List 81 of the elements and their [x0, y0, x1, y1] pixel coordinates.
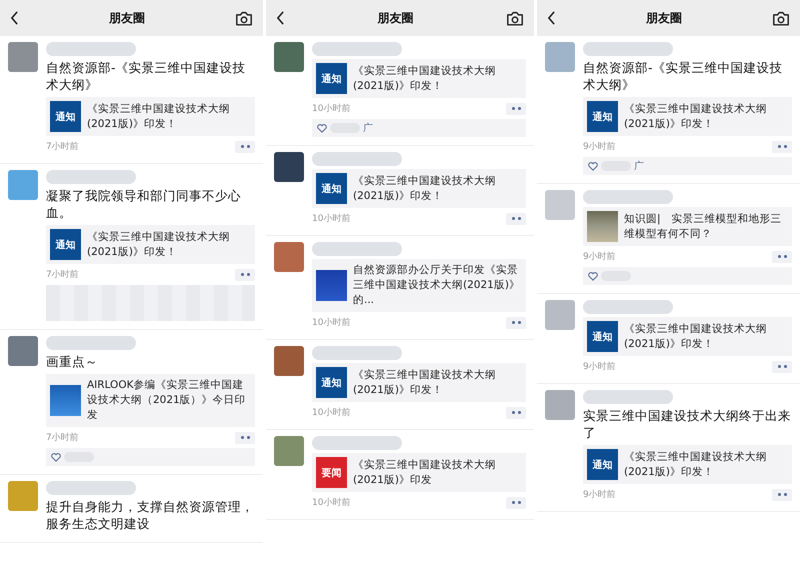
link-thumbnail: 通知	[50, 229, 81, 260]
more-button[interactable]	[506, 102, 526, 114]
link-card[interactable]: 通知 《实景三维中国建设技术大纲(2021版)》印发！	[312, 363, 526, 402]
page-title: 朋友圈	[646, 10, 682, 26]
link-title: 《实景三维中国建设技术大纲(2021版)》印发	[353, 458, 497, 488]
link-title: 知识圆| 实景三维模型和地形三维模型有何不同？	[624, 212, 783, 242]
post-time: 10小时前	[312, 406, 350, 419]
heart-icon	[588, 162, 598, 170]
more-button[interactable]	[772, 488, 792, 500]
page-title: 朋友圈	[109, 10, 145, 26]
link-card[interactable]: 通知 《实景三维中国建设技术大纲(2021版)》印发！	[312, 59, 526, 98]
link-thumbnail: 要闻	[316, 457, 347, 488]
link-card[interactable]: 通知 《实景三维中国建设技术大纲(2021版)》印发！	[312, 169, 526, 208]
link-title: 《实景三维中国建设技术大纲(2021版)》印发！	[624, 102, 768, 132]
post-time: 9小时前	[583, 250, 616, 263]
link-title: 《实景三维中国建设技术大纲(2021版)》印发！	[353, 368, 497, 398]
post-time: 9小时前	[583, 488, 616, 501]
link-title: 《实景三维中国建设技术大纲(2021版)》印发！	[624, 322, 768, 352]
camera-icon[interactable]	[772, 10, 790, 26]
back-icon[interactable]	[547, 11, 556, 25]
heart-icon	[588, 272, 598, 280]
link-title: AIRLOOK参编《实景三维中国建设技术大纲（2021版）》今日印发	[87, 378, 247, 423]
link-title: 《实景三维中国建设技术大纲(2021版)》印发！	[624, 450, 768, 480]
post-time: 10小时前	[312, 102, 350, 115]
post-text: 画重点～	[46, 353, 99, 370]
link-thumbnail: 通知	[587, 321, 618, 352]
back-icon[interactable]	[276, 11, 285, 25]
link-card[interactable]: 通知 《实景三维中国建设技术大纲(2021版)》印发！	[46, 97, 255, 136]
liker-name: 广	[634, 160, 644, 173]
page-title: 朋友圈	[378, 10, 414, 26]
link-card[interactable]: AIRLOOK参编《实景三维中国建设技术大纲（2021版）》今日印发	[46, 374, 255, 427]
link-thumbnail	[50, 385, 81, 416]
back-icon[interactable]	[10, 11, 19, 25]
link-thumbnail: 通知	[587, 449, 618, 480]
link-thumbnail	[316, 270, 347, 301]
camera-icon[interactable]	[235, 10, 253, 26]
post-time: 9小时前	[583, 360, 616, 373]
more-button[interactable]	[235, 140, 255, 152]
post-text: 自然资源部-《实景三维中国建设技术大纲》	[46, 59, 247, 93]
link-thumbnail: 通知	[316, 63, 347, 94]
post-text: 实景三维中国建设技术大纲终于出来了	[583, 407, 792, 441]
link-title: 自然资源部办公厅关于印发《实景三维中国建设技术大纲(2021版)》的...	[353, 263, 521, 308]
link-title: 《实景三维中国建设技术大纲(2021版)》印发！	[353, 174, 497, 204]
post-text: 提升自身能力，支撑自然资源管理，服务生态文明建设	[46, 498, 255, 532]
post-text: 凝聚了我院领导和部门同事不少心血。	[46, 187, 242, 221]
post-time: 7小时前	[46, 140, 79, 153]
link-thumbnail: 通知	[316, 367, 347, 398]
post-time: 7小时前	[46, 268, 79, 281]
link-card[interactable]: 通知 《实景三维中国建设技术大纲(2021版)》印发！	[583, 445, 792, 484]
link-card[interactable]: 要闻 《实景三维中国建设技术大纲(2021版)》印发	[312, 453, 526, 492]
link-title: 《实景三维中国建设技术大纲(2021版)》印发！	[87, 230, 231, 260]
link-thumbnail: 通知	[587, 101, 618, 132]
post-text: 自然资源部-《实景三维中国建设技术大纲》	[583, 59, 784, 93]
post-time: 10小时前	[312, 316, 350, 329]
liker-name: 广	[363, 122, 373, 135]
more-button[interactable]	[506, 316, 526, 328]
link-thumbnail: 通知	[50, 101, 81, 132]
post-time: 7小时前	[46, 432, 79, 444]
link-card[interactable]: 自然资源部办公厅关于印发《实景三维中国建设技术大纲(2021版)》的...	[312, 259, 526, 312]
heart-icon	[317, 124, 327, 132]
heart-icon	[51, 452, 61, 462]
more-button[interactable]	[772, 360, 792, 372]
post-time: 10小时前	[312, 496, 350, 509]
link-card[interactable]: 通知 《实景三维中国建设技术大纲(2021版)》印发！	[46, 225, 255, 264]
more-button[interactable]	[235, 268, 255, 280]
link-card[interactable]: 知识圆| 实景三维模型和地形三维模型有何不同？	[583, 207, 792, 246]
link-title: 《实景三维中国建设技术大纲(2021版)》印发！	[353, 64, 497, 94]
post-time: 10小时前	[312, 212, 350, 225]
link-thumbnail: 通知	[316, 173, 347, 204]
post-time: 9小时前	[583, 140, 616, 153]
more-button[interactable]	[506, 406, 526, 418]
more-button[interactable]	[772, 250, 792, 262]
camera-icon[interactable]	[506, 10, 524, 26]
link-thumbnail	[587, 211, 618, 242]
more-button[interactable]	[506, 496, 526, 508]
more-button[interactable]	[506, 212, 526, 224]
link-card[interactable]: 通知 《实景三维中国建设技术大纲(2021版)》印发！	[583, 317, 792, 356]
more-button[interactable]	[235, 432, 255, 444]
link-title: 《实景三维中国建设技术大纲(2021版)》印发！	[87, 102, 231, 132]
link-card[interactable]: 通知 《实景三维中国建设技术大纲(2021版)》印发！	[583, 97, 792, 136]
more-button[interactable]	[772, 140, 792, 152]
